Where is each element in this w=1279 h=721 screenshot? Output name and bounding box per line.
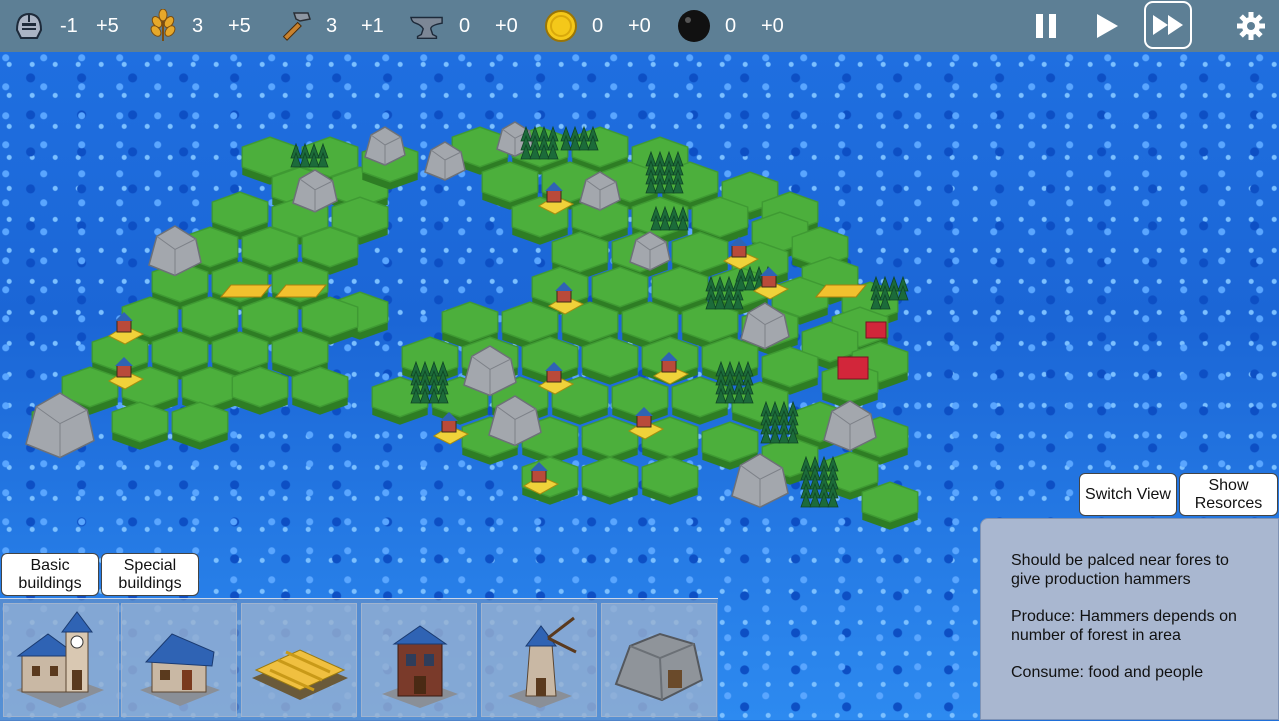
resource-coal: 0 +0 [677,0,784,52]
resource-gold: 0 +0 [544,0,651,52]
tab-basic-buildings[interactable]: Basic buildings [1,553,99,596]
play-button[interactable] [1085,4,1129,48]
pause-icon [1036,14,1056,38]
resource-population: -1 +5 [12,0,119,52]
resource-delta: +0 [495,15,518,37]
fast-forward-button[interactable] [1144,1,1192,49]
resource-amount: 3 [326,15,338,37]
resource-delta: +0 [628,15,651,37]
building-slot-quarry[interactable] [601,603,717,717]
pause-button[interactable] [1024,4,1068,48]
resource-hammers: 3 +1 [278,0,384,52]
resource-amount: 3 [192,15,204,37]
farm-field-icon [252,649,348,700]
resource-delta: +5 [96,15,119,37]
anvil-icon [410,9,444,43]
resource-delta: +5 [228,15,251,37]
resource-amount: 0 [459,15,471,37]
house-icon [140,633,220,706]
resource-amount: 0 [725,15,737,37]
forest-tile [800,455,839,508]
building-consume: Consume: food and people [1011,664,1204,681]
show-resources-button[interactable]: Show Resorces [1179,473,1278,516]
quarry-icon [614,632,704,702]
tab-special-buildings[interactable]: Special buildings [101,553,199,596]
building-produce: Produce: Hammers depends on number of fo… [1011,608,1237,644]
wheat-icon [146,9,180,43]
resource-amount: 0 [592,15,604,37]
workshop-icon [382,625,458,708]
building-slot-house[interactable] [121,603,237,717]
resource-food: 3 +5 [146,0,251,52]
resource-amount: -1 [60,15,78,37]
building-info-panel: Should be palced near fores to give prod… [980,518,1279,720]
resource-bar: -1 +5 3 +5 3 +1 0 +0 0 +0 0 +0 [0,0,1279,52]
switch-view-button[interactable]: Switch View [1079,473,1177,516]
resource-delta: +1 [361,15,384,37]
building-bar [0,598,718,721]
settings-button[interactable] [1229,4,1273,48]
resource-delta: +0 [761,15,784,37]
fast-forward-icon [1153,15,1183,35]
hammer-icon [278,9,312,43]
windmill-icon [508,616,577,708]
building-slot-windmill[interactable] [481,603,597,717]
play-icon [1097,14,1118,38]
building-slot-farm[interactable] [241,603,357,717]
resource-tools: 0 +0 [410,0,518,52]
gold-coin-icon [544,9,578,43]
knight-helmet-icon [12,9,46,43]
gear-icon [1237,12,1265,40]
building-slot-town-hall[interactable] [3,603,119,717]
black-ball-icon [677,9,711,43]
building-slot-workshop[interactable] [361,603,477,717]
town-hall-icon [16,611,104,708]
building-description: Should be palced near fores to give prod… [1011,552,1229,588]
